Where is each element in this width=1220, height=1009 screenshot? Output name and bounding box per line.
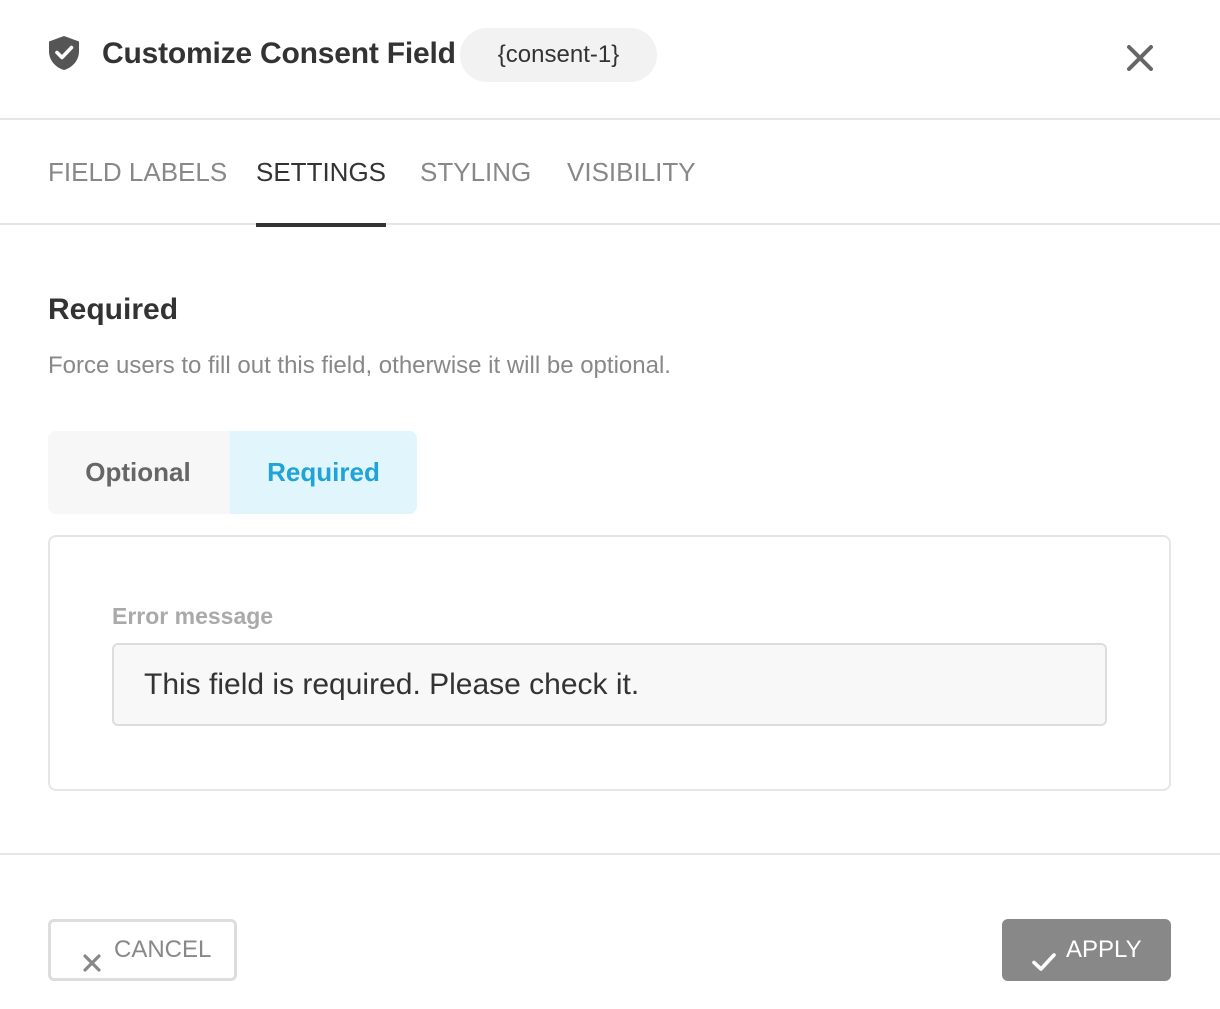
- error-message-input[interactable]: [112, 643, 1107, 726]
- error-message-label: Error message: [112, 603, 274, 629]
- apply-button-label: APPLY: [1066, 936, 1142, 963]
- required-option[interactable]: Required: [230, 431, 417, 514]
- tab-field-labels[interactable]: FIELD LABELS: [48, 121, 227, 225]
- modal-title: Customize Consent Field: [102, 37, 456, 70]
- required-toggle-group: Optional Required: [48, 431, 417, 514]
- close-icon: [1118, 45, 1162, 84]
- apply-button[interactable]: APPLY: [1002, 919, 1171, 981]
- required-section-description: Force users to fill out this field, othe…: [48, 352, 671, 379]
- field-id-tag: {consent-1}: [460, 28, 657, 82]
- optional-option[interactable]: Optional: [48, 431, 228, 514]
- modal-header: Customize Consent Field {consent-1}: [0, 0, 1220, 120]
- tab-bar: FIELD LABELS SETTINGS STYLING VISIBILITY: [0, 121, 1220, 227]
- tab-settings[interactable]: SETTINGS: [256, 121, 387, 227]
- x-icon: [81, 939, 103, 972]
- close-button[interactable]: [1118, 36, 1162, 80]
- shield-check-icon: [47, 35, 81, 71]
- tab-visibility[interactable]: VISIBILITY: [567, 121, 696, 225]
- required-section-title: Required: [48, 293, 179, 326]
- checkmark-icon: [1031, 937, 1057, 971]
- modal-footer: CANCEL APPLY: [0, 853, 1220, 1009]
- customize-consent-field-modal: Customize Consent Field {consent-1} FIEL…: [0, 0, 1220, 1009]
- cancel-button[interactable]: CANCEL: [48, 919, 237, 981]
- cancel-button-label: CANCEL: [114, 936, 212, 963]
- tab-styling[interactable]: STYLING: [420, 121, 531, 225]
